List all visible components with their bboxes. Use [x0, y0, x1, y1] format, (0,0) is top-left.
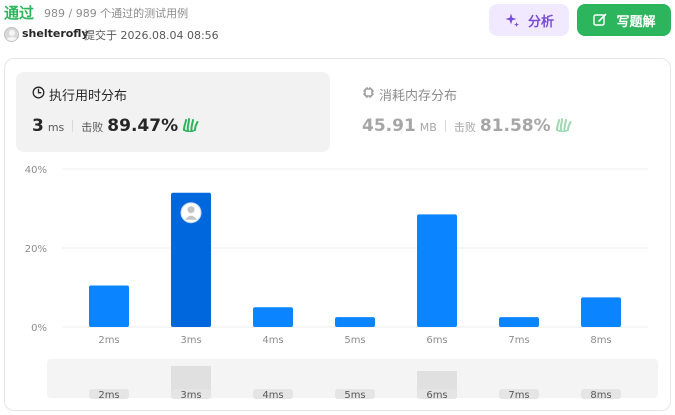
bar-8ms[interactable]	[581, 297, 621, 327]
avatar-head	[187, 206, 195, 214]
x-tick-label: 7ms	[508, 335, 529, 346]
overview-label: 8ms	[590, 390, 611, 401]
x-tick-label: 5ms	[344, 335, 365, 346]
y-tick-label: 40%	[25, 165, 47, 176]
bar-2ms[interactable]	[89, 285, 129, 327]
bar-4ms[interactable]	[253, 307, 293, 327]
x-tick-label: 3ms	[180, 335, 201, 346]
overview-label: 5ms	[344, 390, 365, 401]
overview-label: 6ms	[426, 390, 447, 401]
y-tick-label: 20%	[25, 244, 47, 255]
runtime-distribution-chart: 0% 20% 40% 2ms 3ms 4ms 5ms 6ms 7ms 8ms 2ms 3ms 4ms 5m…	[25, 165, 658, 401]
x-tick-label: 8ms	[590, 335, 611, 346]
x-tick-label: 2ms	[98, 335, 119, 346]
overview-label: 3ms	[180, 390, 201, 401]
x-tick-label: 4ms	[262, 335, 283, 346]
bar-5ms[interactable]	[335, 317, 375, 327]
overview-label: 4ms	[262, 390, 283, 401]
bar-7ms[interactable]	[499, 317, 539, 327]
overview-label: 2ms	[98, 390, 119, 401]
overview-label: 7ms	[508, 390, 529, 401]
y-tick-label: 0%	[31, 323, 47, 334]
x-tick-label: 6ms	[426, 335, 447, 346]
bar-6ms[interactable]	[417, 214, 457, 327]
